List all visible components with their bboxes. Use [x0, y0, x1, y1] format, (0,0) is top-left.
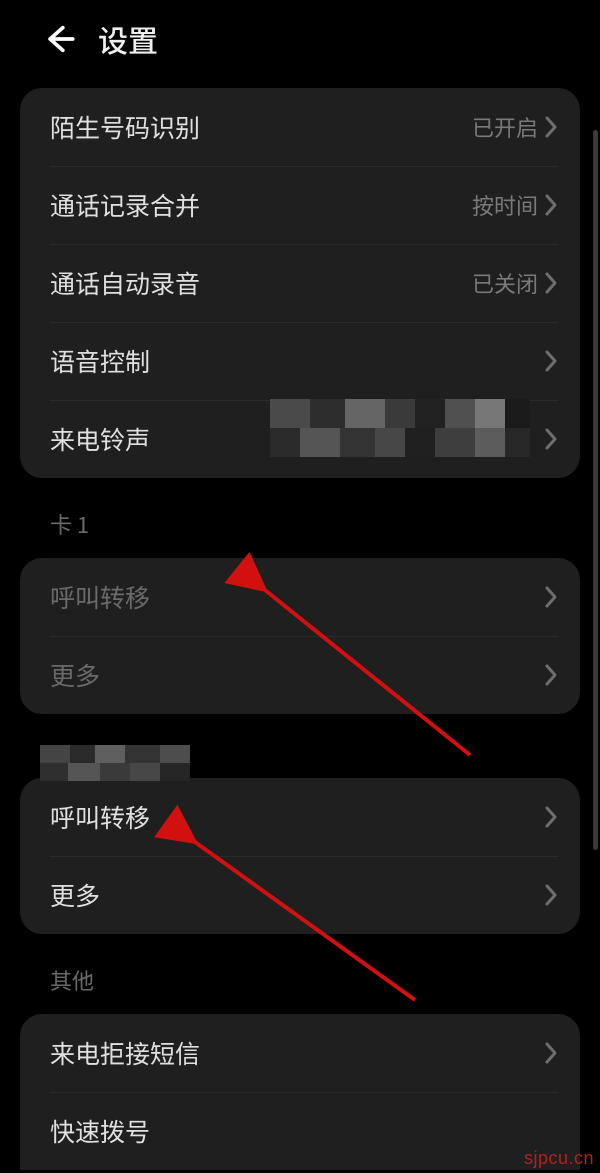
censored-area-sim2-header — [40, 745, 190, 781]
chevron-right-icon — [544, 663, 558, 687]
chevron-right-icon — [544, 349, 558, 373]
row-label: 来电拒接短信 — [50, 1035, 200, 1071]
row-speed-dial[interactable]: 快速拨号 — [20, 1092, 580, 1170]
chevron-right-icon — [544, 1041, 558, 1065]
section-header-sim1: 卡 1 — [0, 502, 600, 548]
settings-card-sim2: 呼叫转移 更多 — [20, 778, 580, 934]
censored-area-ringtone — [270, 399, 530, 457]
settings-card-other: 来电拒接短信 快速拨号 — [20, 1014, 580, 1170]
row-more-sim1[interactable]: 更多 — [20, 636, 580, 714]
chevron-right-icon — [544, 585, 558, 609]
section-header-other: 其他 — [0, 958, 600, 1004]
chevron-right-icon — [544, 271, 558, 295]
row-value: 已开启 — [472, 111, 538, 143]
row-voice-control[interactable]: 语音控制 — [20, 322, 580, 400]
row-label: 来电铃声 — [50, 421, 150, 457]
watermark: sjpcu.cn — [524, 1148, 594, 1169]
row-value: 已关闭 — [472, 267, 538, 299]
header: 设置 — [0, 0, 600, 78]
row-unknown-number-id[interactable]: 陌生号码识别 已开启 — [20, 88, 580, 166]
row-label: 陌生号码识别 — [50, 109, 200, 145]
row-label: 更多 — [50, 877, 100, 913]
row-call-log-merge[interactable]: 通话记录合并 按时间 — [20, 166, 580, 244]
row-label: 快速拨号 — [50, 1113, 150, 1149]
row-auto-record[interactable]: 通话自动录音 已关闭 — [20, 244, 580, 322]
row-more-sim2[interactable]: 更多 — [20, 856, 580, 934]
row-value: 按时间 — [472, 189, 538, 221]
chevron-right-icon — [544, 115, 558, 139]
row-label: 通话记录合并 — [50, 187, 200, 223]
row-call-forwarding-sim2[interactable]: 呼叫转移 — [20, 778, 580, 856]
row-label: 呼叫转移 — [50, 799, 150, 835]
settings-card-sim1: 呼叫转移 更多 — [20, 558, 580, 714]
back-button[interactable] — [40, 19, 80, 59]
row-reject-sms[interactable]: 来电拒接短信 — [20, 1014, 580, 1092]
chevron-right-icon — [544, 805, 558, 829]
row-call-forwarding-sim1[interactable]: 呼叫转移 — [20, 558, 580, 636]
row-label: 呼叫转移 — [50, 579, 150, 615]
chevron-right-icon — [544, 883, 558, 907]
scrollbar-thumb[interactable] — [593, 130, 598, 850]
chevron-right-icon — [544, 427, 558, 451]
row-label: 更多 — [50, 657, 100, 693]
page-title: 设置 — [98, 17, 158, 61]
arrow-left-icon — [43, 22, 77, 56]
chevron-right-icon — [544, 193, 558, 217]
row-label: 语音控制 — [50, 343, 150, 379]
row-label: 通话自动录音 — [50, 265, 200, 301]
